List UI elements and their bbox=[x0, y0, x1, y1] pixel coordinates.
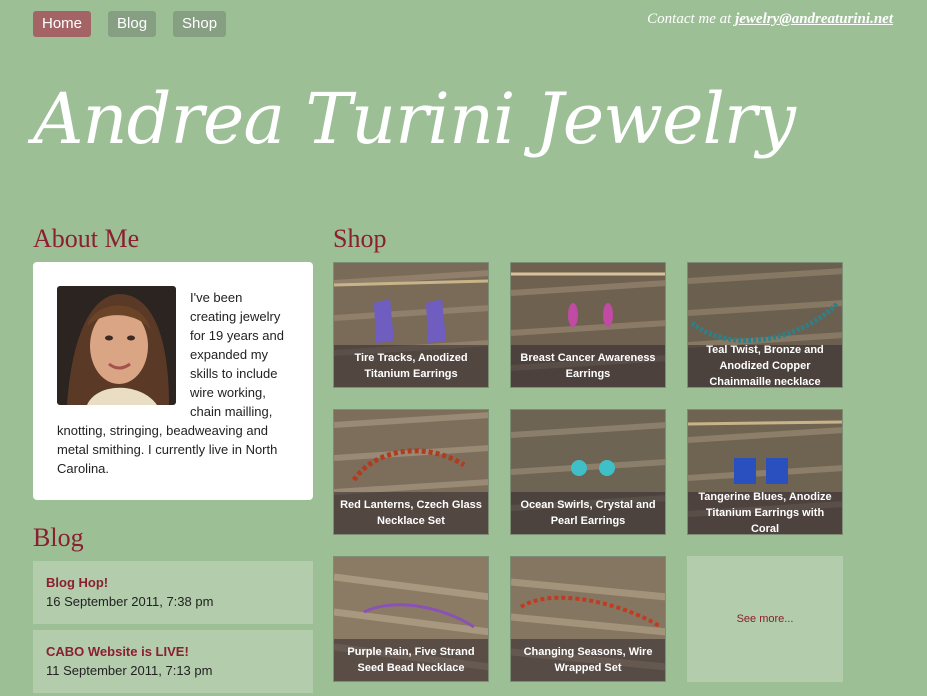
shop-item-caption[interactable]: Ocean Swirls, Crystal and Pearl Earrings bbox=[511, 492, 665, 534]
shop-item[interactable]: Tangerine Blues, Anodize Titanium Earrin… bbox=[687, 409, 843, 535]
shop-item-caption[interactable]: Changing Seasons, Wire Wrapped Set bbox=[511, 639, 665, 681]
blog-post-date: 11 September 2011, 7:13 pm bbox=[46, 663, 213, 678]
shop-item[interactable]: Red Lanterns, Czech Glass Necklace Set bbox=[333, 409, 489, 535]
shop-item-caption[interactable]: Tangerine Blues, Anodize Titanium Earrin… bbox=[688, 491, 842, 534]
shop-item[interactable]: Purple Rain, Five Strand Seed Bead Neckl… bbox=[333, 556, 489, 682]
shop-item-caption[interactable]: Purple Rain, Five Strand Seed Bead Neckl… bbox=[334, 639, 488, 681]
blog-post[interactable]: Blog Hop! 16 September 2011, 7:38 pm bbox=[33, 561, 313, 624]
blog-post-date: 16 September 2011, 7:38 pm bbox=[46, 594, 214, 609]
shop-item-caption[interactable]: Red Lanterns, Czech Glass Necklace Set bbox=[334, 492, 488, 534]
blog-post-title[interactable]: Blog Hop! bbox=[46, 575, 300, 590]
shop-item[interactable]: Tire Tracks, Anodized Titanium Earrings bbox=[333, 262, 489, 388]
shop-item[interactable]: Teal Twist, Bronze and Anodized Copper C… bbox=[687, 262, 843, 388]
shop-item[interactable]: Changing Seasons, Wire Wrapped Set bbox=[510, 556, 666, 682]
contact-line: Contact me at jewelry@andreaturini.net bbox=[647, 11, 893, 28]
see-more-link[interactable]: See more... bbox=[687, 556, 843, 682]
main-nav: Home Blog Shop bbox=[33, 11, 243, 37]
contact-email-link[interactable]: jewelry@andreaturini.net bbox=[735, 11, 893, 27]
shop-heading: Shop bbox=[333, 224, 387, 253]
nav-shop[interactable]: Shop bbox=[173, 11, 227, 37]
about-heading: About Me bbox=[33, 224, 140, 253]
shop-item[interactable]: Ocean Swirls, Crystal and Pearl Earrings bbox=[510, 409, 666, 535]
shop-item-caption[interactable]: Breast Cancer Awareness Earrings bbox=[511, 345, 665, 387]
blog-post-title[interactable]: CABO Website is LIVE! bbox=[46, 644, 300, 659]
about-card: I've been creating jewelry for 19 years … bbox=[33, 262, 313, 500]
nav-home[interactable]: Home bbox=[33, 11, 92, 37]
shop-item[interactable]: Breast Cancer Awareness Earrings bbox=[510, 262, 666, 388]
blog-post[interactable]: CABO Website is LIVE! 11 September 2011,… bbox=[33, 630, 313, 693]
shop-item-caption[interactable]: Tire Tracks, Anodized Titanium Earrings bbox=[334, 345, 488, 387]
shop-item-caption[interactable]: Teal Twist, Bronze and Anodized Copper C… bbox=[688, 344, 842, 387]
contact-prefix: Contact me at bbox=[647, 11, 736, 27]
nav-blog[interactable]: Blog bbox=[108, 11, 157, 37]
blog-heading: Blog bbox=[33, 523, 84, 552]
avatar bbox=[57, 286, 176, 405]
site-title[interactable]: Andrea Turini Jewelry bbox=[33, 78, 796, 160]
